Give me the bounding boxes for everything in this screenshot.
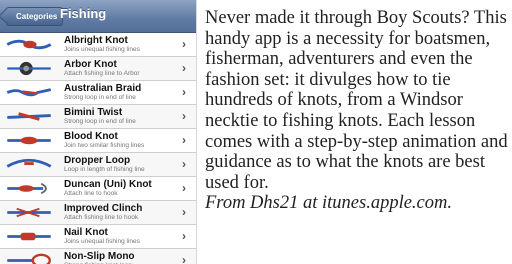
description-body: Never made it through Boy Scouts? This h… xyxy=(205,8,508,193)
list-item[interactable]: Australian Braid Strong loop in end of li… xyxy=(0,81,196,105)
list-item-title: Dropper Loop xyxy=(64,155,131,166)
list-item-subtitle: Loop in length of fishing line xyxy=(64,166,145,173)
knot-thumbnail-icon xyxy=(4,156,54,173)
knot-thumbnail-icon xyxy=(4,132,54,149)
list-item-title: Duncan (Uni) Knot xyxy=(64,179,152,190)
chevron-right-icon: › xyxy=(182,205,186,219)
chevron-right-icon: › xyxy=(182,253,186,264)
knot-thumbnail-icon xyxy=(4,180,54,197)
knot-thumbnail-icon xyxy=(4,84,54,101)
list-item-title: Australian Braid xyxy=(64,83,142,94)
knot-list: Albright Knot Joins unequal fishing lines… xyxy=(0,33,196,264)
list-item[interactable]: Bimini Twist Strong loop in end of line › xyxy=(0,105,196,129)
list-item-subtitle: Joins unequal fishing lines xyxy=(64,46,140,53)
chevron-right-icon: › xyxy=(182,133,186,147)
categories-back-button[interactable]: Categories xyxy=(6,7,64,26)
knot-thumbnail-icon xyxy=(4,108,54,125)
list-item[interactable]: Albright Knot Joins unequal fishing lines… xyxy=(0,33,196,57)
list-item-title: Non-Slip Mono xyxy=(64,251,135,262)
app-screenshot: Categories Fishing Albright Knot Joins un… xyxy=(0,0,197,264)
list-item-subtitle: Attach fishing line to hook xyxy=(64,214,139,221)
list-item-subtitle: Joins unequal fishing lines xyxy=(64,238,140,245)
chevron-right-icon: › xyxy=(182,229,186,243)
list-item-title: Nail Knot xyxy=(64,227,108,238)
list-item[interactable]: Nail Knot Joins unequal fishing lines › xyxy=(0,225,196,249)
knot-thumbnail-icon xyxy=(4,60,54,77)
list-item-subtitle: Strong loop in end of line xyxy=(64,94,136,101)
knot-thumbnail-icon xyxy=(4,252,54,264)
description-source: From Dhs21 at itunes.apple.com. xyxy=(205,193,452,214)
page-title: Fishing xyxy=(60,6,107,21)
knot-thumbnail-icon xyxy=(4,228,54,245)
list-item[interactable]: Improved Clinch Attach fishing line to ho… xyxy=(0,201,196,225)
list-item[interactable]: Dropper Loop Loop in length of fishing li… xyxy=(0,153,196,177)
list-item[interactable]: Duncan (Uni) Knot Attach line to hook › xyxy=(0,177,196,201)
chevron-right-icon: › xyxy=(182,37,186,51)
list-item-subtitle: Join two similar fishing lines xyxy=(64,142,145,149)
list-item-subtitle: Strong loop in end of line xyxy=(64,118,136,125)
back-button-label: Categories xyxy=(16,12,58,21)
knot-thumbnail-icon xyxy=(4,36,54,53)
list-item[interactable]: Blood Knot Join two similar fishing lines… xyxy=(0,129,196,153)
list-item-title: Improved Clinch xyxy=(64,203,143,214)
list-item[interactable]: Arbor Knot Attach fishing line to Arbor › xyxy=(0,57,196,81)
list-item-title: Albright Knot xyxy=(64,35,128,46)
list-item[interactable]: Non-Slip MonoStrong fishing knot loop› xyxy=(0,249,196,264)
navigation-bar: Categories Fishing xyxy=(0,0,196,33)
list-item-title: Arbor Knot xyxy=(64,59,117,70)
chevron-right-icon: › xyxy=(182,109,186,123)
list-item-title: Bimini Twist xyxy=(64,107,123,118)
list-item-subtitle: Attach line to hook xyxy=(64,190,118,197)
chevron-right-icon: › xyxy=(182,181,186,195)
chevron-right-icon: › xyxy=(182,61,186,75)
chevron-right-icon: › xyxy=(182,157,186,171)
knot-thumbnail-icon xyxy=(4,204,54,221)
list-item-subtitle: Attach fishing line to Arbor xyxy=(64,70,140,77)
app-description: Never made it through Boy Scouts? This h… xyxy=(205,8,510,214)
list-item-title: Blood Knot xyxy=(64,131,118,142)
chevron-right-icon: › xyxy=(182,85,186,99)
